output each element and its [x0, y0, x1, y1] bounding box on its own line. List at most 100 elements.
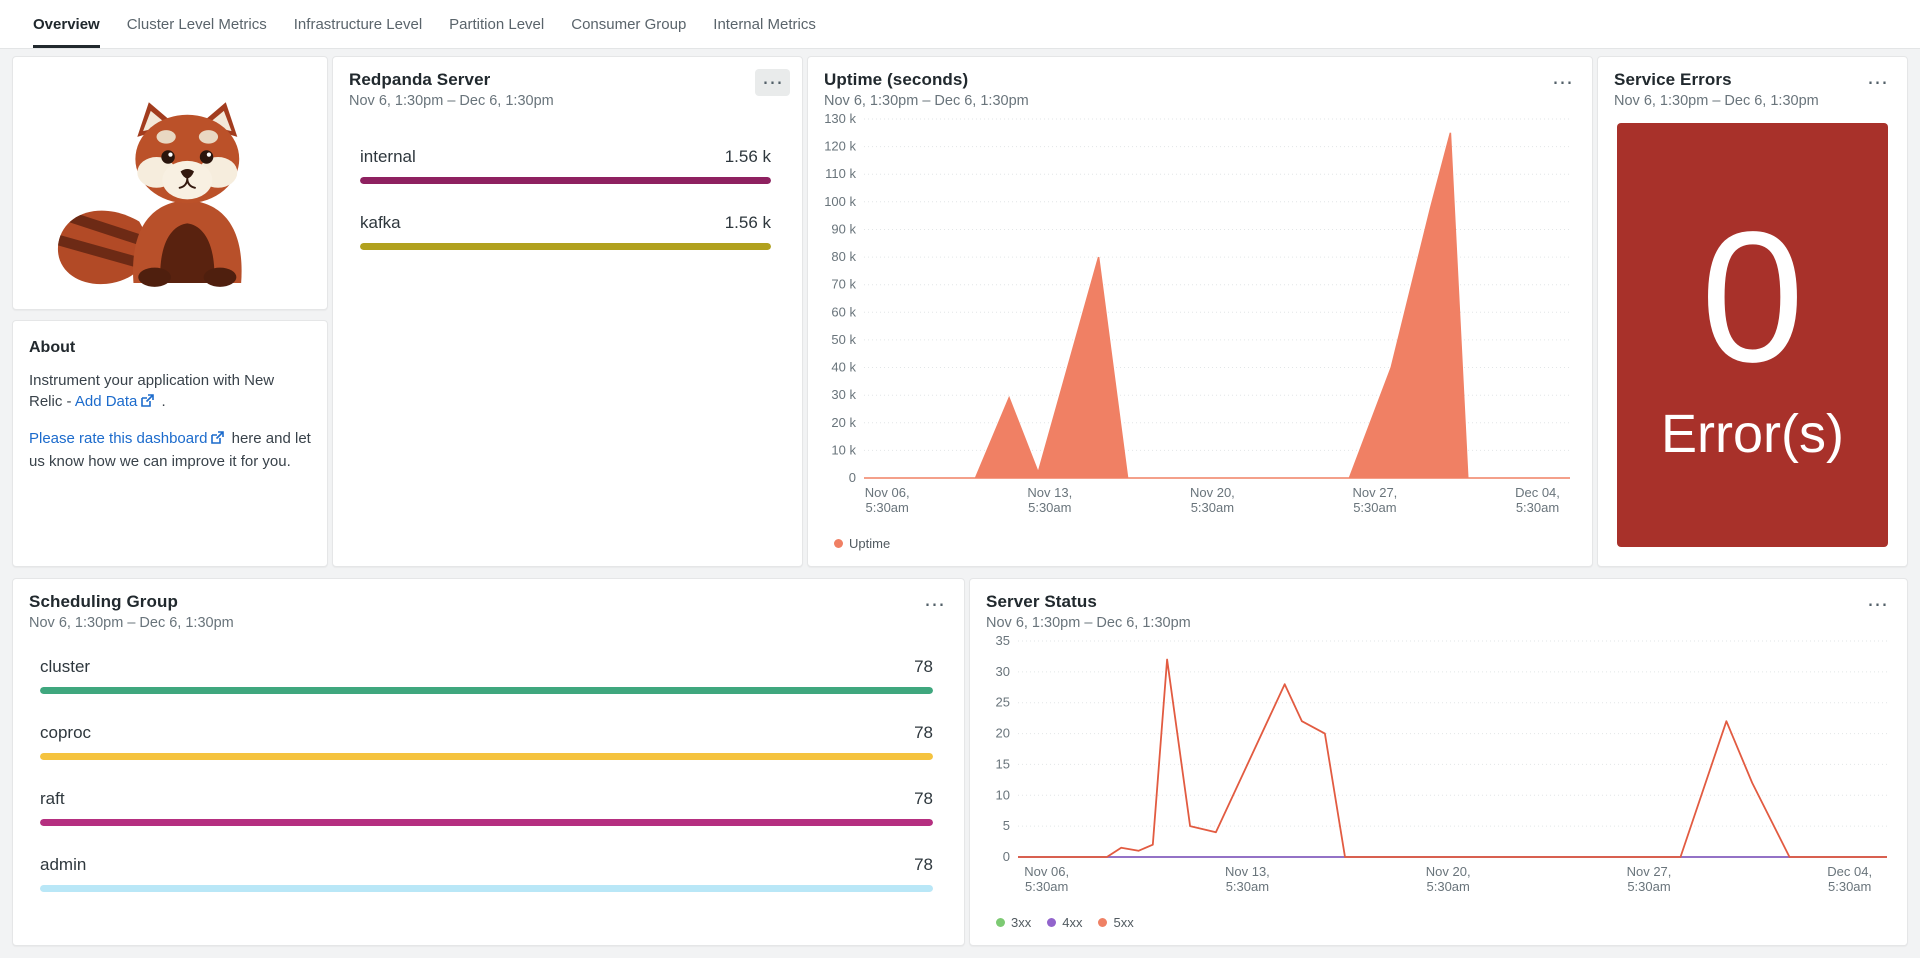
bar-row-kafka[interactable]: kafka 1.56 k	[360, 213, 771, 250]
legend-label: 3xx	[1011, 915, 1031, 930]
server-status-line-chart[interactable]: 05101520253035Nov 06,5:30amNov 13,5:30am…	[970, 631, 1907, 911]
card-menu-button[interactable]: ⋯	[1860, 69, 1895, 96]
card-title: Service Errors	[1614, 70, 1891, 90]
about-paragraph-1: Instrument your application with New Rel…	[29, 370, 311, 415]
bar-track	[360, 177, 771, 184]
svg-text:Nov 13,: Nov 13,	[1027, 485, 1072, 500]
redpanda-server-card: Redpanda Server Nov 6, 1:30pm – Dec 6, 1…	[332, 56, 803, 567]
bar-row-cluster[interactable]: cluster 78	[40, 657, 933, 694]
svg-text:40 k: 40 k	[831, 360, 856, 375]
legend-color-dot	[1098, 918, 1107, 927]
server-status-legend: 3xx 4xx 5xx	[970, 911, 1907, 945]
svg-text:5:30am: 5:30am	[1516, 500, 1559, 515]
bar-row-header: internal 1.56 k	[360, 147, 771, 167]
ellipsis-menu-icon: ⋯	[762, 71, 783, 94]
legend-item-uptime[interactable]: Uptime	[834, 536, 890, 551]
ellipsis-menu-icon: ⋯	[1552, 71, 1573, 94]
redpanda-illustration	[45, 77, 295, 289]
uptime-area-chart[interactable]: 010 k20 k30 k40 k50 k60 k70 k80 k90 k100…	[808, 109, 1592, 532]
card-menu-button[interactable]: ⋯	[1545, 69, 1580, 96]
svg-text:130 k: 130 k	[824, 111, 856, 126]
bar-row-header: coproc 78	[40, 723, 933, 743]
tab-overview[interactable]: Overview	[33, 0, 100, 48]
svg-text:5:30am: 5:30am	[866, 500, 909, 515]
ellipsis-menu-icon: ⋯	[1867, 71, 1888, 94]
bar-row-raft[interactable]: raft 78	[40, 789, 933, 826]
svg-text:30 k: 30 k	[831, 387, 856, 402]
svg-text:5:30am: 5:30am	[1353, 500, 1396, 515]
svg-text:30: 30	[996, 664, 1010, 679]
external-link-icon	[210, 430, 224, 451]
legend-item-4xx[interactable]: 4xx	[1047, 915, 1082, 930]
tab-partition-level[interactable]: Partition Level	[449, 0, 544, 48]
bar-row-admin[interactable]: admin 78	[40, 855, 933, 892]
bar-row-coproc[interactable]: coproc 78	[40, 723, 933, 760]
bar-fill	[40, 819, 933, 826]
bar-fill	[40, 885, 933, 892]
external-link-icon	[140, 393, 154, 414]
svg-text:Nov 06,: Nov 06,	[1024, 864, 1069, 879]
bar-track	[360, 243, 771, 250]
tab-infrastructure-level[interactable]: Infrastructure Level	[294, 0, 422, 48]
card-menu-button[interactable]: ⋯	[917, 591, 952, 618]
svg-text:15: 15	[996, 756, 1010, 771]
svg-text:Nov 20,: Nov 20,	[1190, 485, 1235, 500]
tab-consumer-group[interactable]: Consumer Group	[571, 0, 686, 48]
svg-text:20: 20	[996, 726, 1010, 741]
bar-row-header: raft 78	[40, 789, 933, 809]
card-menu-button[interactable]: ⋯	[755, 69, 790, 96]
svg-text:20 k: 20 k	[831, 415, 856, 430]
service-errors-card: Service Errors Nov 6, 1:30pm – Dec 6, 1:…	[1597, 56, 1908, 567]
bar-label: coproc	[40, 723, 91, 743]
svg-text:50 k: 50 k	[831, 332, 856, 347]
bar-row-header: kafka 1.56 k	[360, 213, 771, 233]
bar-row-internal[interactable]: internal 1.56 k	[360, 147, 771, 184]
svg-text:70 k: 70 k	[831, 277, 856, 292]
bar-fill	[360, 243, 771, 250]
svg-text:Nov 27,: Nov 27,	[1352, 485, 1397, 500]
svg-text:5:30am: 5:30am	[1828, 879, 1871, 894]
svg-text:120 k: 120 k	[824, 139, 856, 154]
legend-color-dot	[1047, 918, 1056, 927]
legend-item-5xx[interactable]: 5xx	[1098, 915, 1133, 930]
svg-text:5: 5	[1003, 818, 1010, 833]
tab-internal-metrics[interactable]: Internal Metrics	[713, 0, 816, 48]
uptime-legend: Uptime	[808, 532, 1592, 566]
svg-text:Nov 27,: Nov 27,	[1627, 864, 1672, 879]
legend-color-dot	[834, 539, 843, 548]
card-menu-button[interactable]: ⋯	[1860, 591, 1895, 618]
svg-text:10: 10	[996, 787, 1010, 802]
about-column: About Instrument your application with N…	[12, 56, 328, 567]
scheduling-group-card: Scheduling Group Nov 6, 1:30pm – Dec 6, …	[12, 578, 965, 946]
bar-row-header: admin 78	[40, 855, 933, 875]
about-text: .	[157, 393, 165, 410]
card-time-range: Nov 6, 1:30pm – Dec 6, 1:30pm	[986, 615, 1891, 631]
svg-text:100 k: 100 k	[824, 194, 856, 209]
tab-cluster-level-metrics[interactable]: Cluster Level Metrics	[127, 0, 267, 48]
legend-item-3xx[interactable]: 3xx	[996, 915, 1031, 930]
legend-color-dot	[996, 918, 1005, 927]
dashboard-tab-bar: Overview Cluster Level Metrics Infrastru…	[0, 0, 1920, 49]
bar-track	[40, 819, 933, 826]
svg-text:5:30am: 5:30am	[1427, 879, 1470, 894]
legend-label: 4xx	[1062, 915, 1082, 930]
card-title: Scheduling Group	[29, 592, 948, 612]
svg-text:35: 35	[996, 633, 1010, 648]
rate-dashboard-link[interactable]: Please rate this dashboard	[29, 430, 207, 447]
card-time-range: Nov 6, 1:30pm – Dec 6, 1:30pm	[824, 93, 1576, 109]
svg-text:5:30am: 5:30am	[1627, 879, 1670, 894]
svg-text:0: 0	[1003, 849, 1010, 864]
add-data-link[interactable]: Add Data	[75, 393, 138, 410]
svg-text:90 k: 90 k	[831, 222, 856, 237]
bar-track	[40, 753, 933, 760]
error-count-value: 0	[1701, 205, 1804, 391]
bar-row-header: cluster 78	[40, 657, 933, 677]
dashboard-row-bottom: Scheduling Group Nov 6, 1:30pm – Dec 6, …	[12, 578, 1908, 946]
card-header: Redpanda Server Nov 6, 1:30pm – Dec 6, 1…	[333, 57, 802, 109]
bar-label: raft	[40, 789, 65, 809]
svg-text:Nov 13,: Nov 13,	[1225, 864, 1270, 879]
service-errors-billboard: 0 Error(s)	[1617, 123, 1888, 547]
card-time-range: Nov 6, 1:30pm – Dec 6, 1:30pm	[29, 615, 948, 631]
bar-track	[40, 687, 933, 694]
legend-label: 5xx	[1113, 915, 1133, 930]
